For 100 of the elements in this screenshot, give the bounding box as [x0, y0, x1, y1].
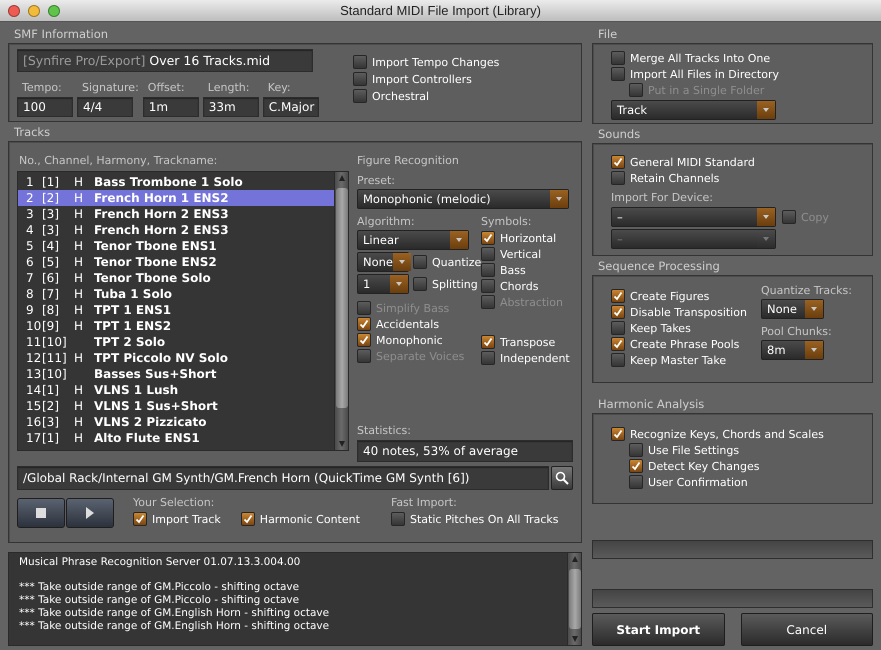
track-row[interactable]: 14[1] H VLNS 1 Lush: [18, 382, 334, 398]
up-arrow-icon[interactable]: [338, 174, 346, 182]
down-arrow-icon[interactable]: [570, 635, 578, 643]
info-field[interactable]: 33m: [202, 97, 259, 117]
group-label: Fast Import:: [391, 496, 458, 509]
track-row[interactable]: 16[3] H VLNS 2 Pizzicato: [18, 414, 334, 430]
track-row[interactable]: 4 [3] H French Horn 2 ENS3: [18, 222, 334, 238]
dropdown[interactable]: Monophonic (melodic): [357, 189, 569, 209]
checkbox[interactable]: [353, 55, 367, 69]
stop-button[interactable]: [17, 498, 65, 528]
track-row[interactable]: 6 [5] H Tenor Tbone ENS2: [18, 254, 334, 270]
checkbox[interactable]: [611, 321, 625, 335]
checkbox[interactable]: [611, 305, 625, 319]
track-row[interactable]: 12[11] H TPT Piccolo NV Solo: [18, 350, 334, 366]
dropdown[interactable]: None: [357, 252, 409, 272]
track-row[interactable]: 3 [3] H French Horn 2 ENS3: [18, 206, 334, 222]
info-field[interactable]: 4/4: [77, 97, 133, 117]
checkbox-label: Harmonic Content: [260, 512, 360, 526]
checkbox[interactable]: [357, 317, 371, 331]
cancel-button[interactable]: Cancel: [740, 613, 873, 646]
search-button[interactable]: [551, 466, 573, 490]
field-label: Statistics:: [357, 424, 412, 437]
track-row[interactable]: 9 [8] H TPT 1 ENS1: [18, 302, 334, 318]
checkbox[interactable]: [481, 263, 495, 277]
track-row[interactable]: 15[2] H VLNS 1 Sus+Short: [18, 398, 334, 414]
dropdown[interactable]: None: [761, 299, 824, 319]
track-row[interactable]: 5 [4] H Tenor Tbone ENS1: [18, 238, 334, 254]
track-row[interactable]: 8 [7] H Tuba 1 Solo: [18, 286, 334, 302]
dropdown[interactable]: –: [611, 207, 776, 227]
checkbox[interactable]: [133, 512, 147, 526]
track-harmony: H: [74, 175, 84, 189]
checkbox[interactable]: [611, 337, 625, 351]
checkbox[interactable]: [481, 351, 495, 365]
track-name: TPT 1 ENS2: [94, 319, 172, 333]
checkbox[interactable]: [611, 353, 625, 367]
start-import-button[interactable]: Start Import: [592, 613, 724, 646]
checkbox[interactable]: [481, 335, 495, 349]
track-row[interactable]: 13[10] Basses Sus+Short: [18, 366, 334, 382]
track-row[interactable]: 11[10] TPT 2 Solo: [18, 334, 334, 350]
checkbox-label: Import Tempo Changes: [372, 56, 500, 68]
minimize-button[interactable]: [28, 4, 40, 16]
track-channel: [10]: [42, 367, 68, 381]
checkbox-label: Accidentals: [376, 318, 440, 330]
checkbox[interactable]: [629, 443, 643, 457]
up-arrow-icon[interactable]: [570, 555, 578, 563]
checkbox[interactable]: [481, 231, 495, 245]
track-harmony: H: [74, 383, 84, 397]
checkbox[interactable]: [611, 427, 625, 441]
track-harmony: H: [74, 223, 84, 237]
checkbox[interactable]: [611, 155, 625, 169]
track-channel: [4]: [42, 239, 60, 253]
track-row[interactable]: 7 [6] H Tenor Tbone Solo: [18, 270, 334, 286]
track-channel: [5]: [42, 255, 60, 269]
dropdown[interactable]: Linear: [357, 230, 469, 250]
zoom-button[interactable]: [48, 4, 60, 16]
checkbox-label: Retain Channels: [630, 172, 720, 184]
track-number: 3: [25, 207, 35, 221]
checkbox[interactable]: [611, 51, 625, 65]
track-name: French Horn 2 ENS3: [94, 223, 230, 237]
scrollbar-thumb[interactable]: [568, 569, 580, 629]
checkbox[interactable]: [629, 475, 643, 489]
checkbox[interactable]: [413, 255, 427, 269]
track-harmony: H: [74, 303, 84, 317]
checkbox[interactable]: [611, 171, 625, 185]
play-button[interactable]: [66, 498, 114, 528]
scrollbar-thumb[interactable]: [336, 188, 348, 408]
checkbox[interactable]: [611, 289, 625, 303]
checkbox[interactable]: [240, 512, 255, 526]
track-harmony: H: [74, 207, 84, 221]
track-row[interactable]: 1 [1] H Bass Trombone 1 Solo: [18, 174, 334, 190]
checkbox[interactable]: [353, 72, 367, 86]
track-channel: [8]: [42, 303, 60, 317]
checkbox-label: Bass: [500, 264, 526, 276]
checkbox[interactable]: [413, 277, 427, 291]
info-field[interactable]: C.Major: [262, 97, 319, 117]
checkbox[interactable]: [611, 67, 625, 81]
play-icon: [86, 507, 94, 519]
close-button[interactable]: [8, 4, 20, 16]
track-row[interactable]: 10[9] H TPT 1 ENS2: [18, 318, 334, 334]
track-number: 15: [25, 399, 42, 413]
field-label: Preset:: [357, 174, 396, 187]
scrollbar[interactable]: [567, 553, 581, 645]
track-name: Tenor Tbone Solo: [94, 271, 212, 285]
checkbox[interactable]: [391, 512, 405, 526]
field-label: Algorithm:: [357, 215, 416, 228]
track-row[interactable]: 2 [2] H French Horn 1 ENS2: [18, 190, 334, 206]
device-path-field[interactable]: /Global Rack/Internal GM Synth/GM.French Horn (QuickTime GM Synth [6]): [17, 466, 549, 490]
dropdown[interactable]: Track: [611, 100, 776, 120]
down-arrow-icon[interactable]: [338, 440, 346, 448]
checkbox[interactable]: [481, 247, 495, 261]
checkbox[interactable]: [629, 459, 643, 473]
dropdown[interactable]: 1: [357, 274, 409, 294]
dropdown[interactable]: 8m: [761, 340, 824, 360]
checkbox[interactable]: [481, 279, 495, 293]
checkbox[interactable]: [357, 333, 371, 347]
track-row[interactable]: 17[1] H Alto Flute ENS1: [18, 430, 334, 446]
info-field[interactable]: 1m: [142, 97, 199, 117]
scrollbar[interactable]: [334, 172, 348, 450]
checkbox[interactable]: [353, 89, 367, 103]
info-field[interactable]: 100: [17, 97, 73, 117]
